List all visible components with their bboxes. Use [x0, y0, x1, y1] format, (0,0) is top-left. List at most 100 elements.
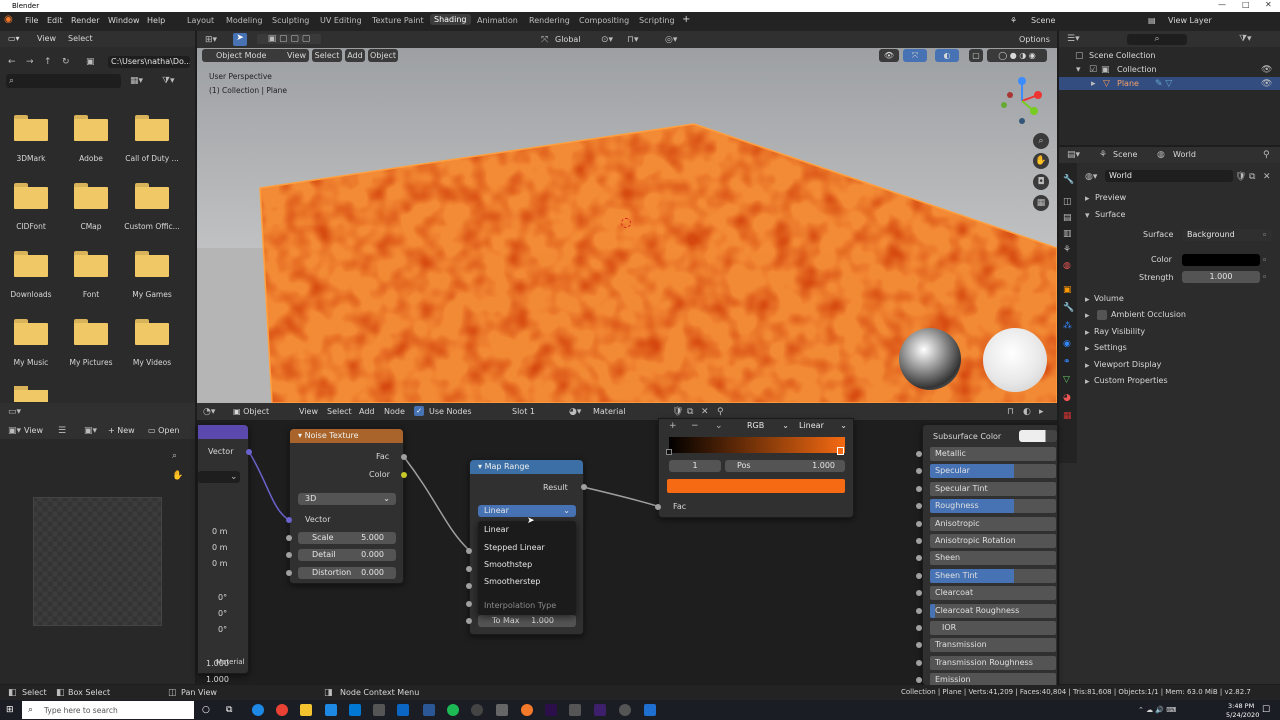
menu-item-stepped-linear[interactable]: Stepped Linear [484, 543, 545, 552]
pin-icon[interactable]: ⚲ [1263, 150, 1270, 160]
bsdf-input-socket[interactable] [916, 520, 922, 527]
3d-viewport[interactable]: Object Mode View Select Add Object 👁 ⤧ ◐… [197, 48, 1057, 403]
bsdf-field-anisotropic[interactable]: Anisotropic [930, 516, 1056, 531]
bsdf-input-socket[interactable] [916, 572, 922, 579]
task-view-icon[interactable]: ⧉ [226, 705, 232, 715]
use-nodes-label[interactable]: Use Nodes [429, 407, 472, 416]
to-max-socket[interactable] [466, 618, 472, 624]
xray-icon[interactable]: ▢ [969, 49, 983, 62]
expand-arrow-icon[interactable]: ▾ [1085, 211, 1090, 221]
surface-shader-field[interactable]: Background [1182, 229, 1272, 241]
folder-name[interactable]: CIDFont [1, 222, 61, 231]
duplicate-icon[interactable]: ⧉ [687, 407, 693, 417]
view-layer-tab-icon[interactable]: ▥ [1063, 229, 1072, 239]
pivot-icon[interactable]: ⊙▾ [601, 35, 613, 45]
bsdf-input-socket[interactable] [916, 485, 922, 492]
breadcrumb-world[interactable]: World [1173, 150, 1196, 159]
remove-stop-icon[interactable]: − [691, 421, 699, 431]
stop-position-field[interactable]: Pos 1.000 [725, 460, 845, 472]
expand-arrow-icon[interactable]: ▸ [1085, 194, 1090, 204]
expand-arrow-icon[interactable]: ▸ [1085, 311, 1090, 321]
folder-icon[interactable] [74, 115, 108, 141]
bsdf-input-socket[interactable] [916, 659, 922, 666]
snap-icon[interactable]: ⊓ [1007, 407, 1014, 417]
plane-label[interactable]: Plane [1117, 79, 1139, 88]
display-mode-icon[interactable]: ▦▾ [130, 76, 143, 86]
folder-icon[interactable] [14, 319, 48, 345]
tab-sculpting[interactable]: Sculpting [272, 16, 309, 25]
result-output-socket[interactable] [581, 484, 587, 490]
viewport-view-menu[interactable]: View [284, 49, 309, 62]
node-view-menu[interactable]: View [299, 407, 318, 416]
ramp-stop-black[interactable] [666, 449, 672, 455]
rotation-z[interactable]: 0° [218, 625, 227, 634]
breadcrumb-scene[interactable]: Scene [1113, 150, 1137, 159]
folder-name[interactable]: My Pictures [61, 358, 121, 367]
vscode-icon[interactable] [644, 704, 656, 716]
folder-name[interactable]: Adobe [61, 154, 121, 163]
tool-tab-icon[interactable]: 🔧 [1063, 175, 1074, 185]
forward-icon[interactable]: → [26, 57, 34, 67]
view-layer-name[interactable]: View Layer [1168, 16, 1212, 25]
menu-edit[interactable]: Edit [47, 16, 63, 25]
image-editor-icon[interactable]: ▣▾ [8, 426, 21, 436]
3d-cursor-icon[interactable] [621, 218, 631, 228]
map-range-header[interactable]: ▾ Map Range [470, 460, 583, 474]
use-nodes-checkbox[interactable]: ✓ [414, 406, 424, 416]
app-icon[interactable] [373, 704, 385, 716]
tab-shading[interactable]: Shading [430, 14, 471, 25]
subsurface-color-swatch[interactable] [1019, 430, 1057, 442]
location-y[interactable]: 0 m [212, 543, 227, 552]
folder-name[interactable]: Call of Duty ... [122, 154, 182, 163]
filter-icon[interactable]: ⧩▾ [162, 76, 175, 86]
tab-compositing[interactable]: Compositing [579, 16, 629, 25]
menu-render[interactable]: Render [71, 16, 99, 25]
bsdf-field-transmission[interactable]: Transmission [930, 638, 1056, 653]
gizmo-icon[interactable]: ⤧ [903, 49, 927, 62]
color-ramp-gradient[interactable] [669, 437, 845, 453]
world-name-field[interactable]: World [1105, 170, 1233, 182]
to-min-socket[interactable] [466, 601, 472, 607]
spotify-icon[interactable] [447, 704, 459, 716]
scene-tab-icon[interactable]: ⚘ [1063, 245, 1071, 255]
folder-icon[interactable] [14, 183, 48, 209]
distortion-field[interactable]: Distortion 0.000 [298, 567, 396, 579]
physics-tab-icon[interactable]: ◉ [1063, 339, 1071, 349]
editor-type-icon[interactable]: ⊞▾ [205, 35, 217, 45]
bsdf-field-sheen-tint[interactable]: Sheen Tint [930, 568, 1056, 583]
chevron-down-icon[interactable]: ⌄ [715, 421, 723, 431]
folder-icon[interactable] [74, 183, 108, 209]
folder-name[interactable]: CMap [61, 222, 121, 231]
color-swatch[interactable] [1182, 254, 1260, 266]
stop-color-swatch[interactable] [667, 479, 845, 493]
transform-orientation[interactable]: Global [555, 35, 581, 44]
cortana-icon[interactable]: ○ [202, 705, 210, 715]
custom-properties-label[interactable]: Custom Properties [1094, 376, 1168, 385]
vector-output-socket[interactable] [246, 449, 252, 455]
navigation-gizmo[interactable] [992, 73, 1052, 133]
scale-input-socket[interactable] [286, 535, 292, 541]
world-tab-icon[interactable]: ◍ [1063, 261, 1071, 271]
app-icon[interactable] [496, 704, 508, 716]
add-stop-icon[interactable]: + [669, 421, 677, 431]
ortho-toggle-icon[interactable]: ▦ [1033, 195, 1049, 211]
vector-input-socket[interactable] [286, 517, 292, 523]
object-tab-icon[interactable]: ▣ [1063, 285, 1072, 295]
tab-rendering[interactable]: Rendering [529, 16, 570, 25]
snap-icon[interactable]: ⊓▾ [627, 35, 639, 45]
transform-orientation-icon[interactable]: ⤧ [541, 35, 548, 45]
after-effects-icon[interactable] [594, 704, 606, 716]
fake-user-icon[interactable]: 🛡 [672, 407, 683, 417]
rotation-x[interactable]: 0° [218, 593, 227, 602]
folder-icon[interactable] [135, 251, 169, 277]
app-icon[interactable] [397, 704, 409, 716]
unlink-icon[interactable]: ✕ [1263, 172, 1271, 182]
duplicate-icon[interactable]: ⧉ [1249, 172, 1255, 182]
pan-hand-icon[interactable]: ✋ [1033, 153, 1049, 169]
edge-icon[interactable] [252, 704, 264, 716]
file-explorer-icon[interactable] [300, 704, 312, 716]
from-max-socket[interactable] [466, 583, 472, 589]
ambient-occlusion-label[interactable]: Ambient Occlusion [1111, 310, 1186, 319]
fb-search-input[interactable]: ⌕ [6, 74, 121, 88]
expand-arrow-icon[interactable]: ▸ [1085, 361, 1090, 371]
